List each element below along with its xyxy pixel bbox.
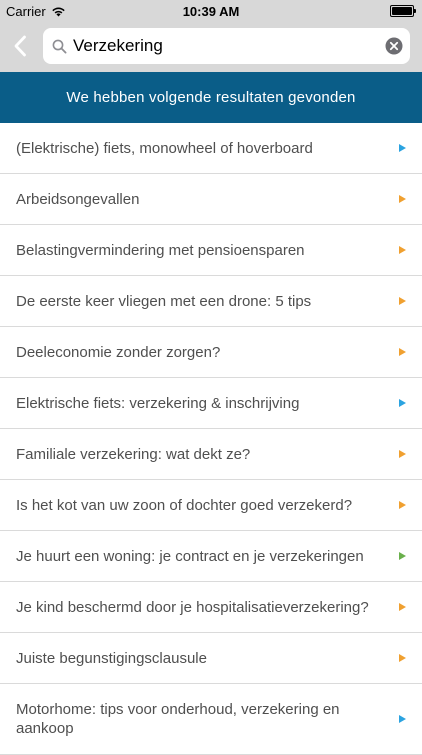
list-item[interactable]: Je kind beschermd door je hospitalisatie…: [0, 582, 422, 633]
list-item-label: Elektrische fiets: verzekering & inschri…: [16, 394, 300, 412]
list-item[interactable]: Deeleconomie zonder zorgen?: [0, 327, 422, 378]
list-item-label: De eerste keer vliegen met een drone: 5 …: [16, 292, 312, 310]
chevron-left-icon: [14, 35, 26, 57]
list-item-label: Arbeidsongevallen: [16, 190, 140, 208]
disclosure-arrow-icon: [399, 246, 406, 254]
disclosure-arrow-icon: [399, 715, 406, 723]
list-item[interactable]: Motorhome: tips voor onderhoud, verzeker…: [0, 684, 422, 755]
battery-icon: [390, 5, 416, 17]
navigation-bar: [0, 22, 422, 72]
list-item[interactable]: Elektrische fiets: verzekering & inschri…: [0, 378, 422, 429]
disclosure-arrow-icon: [399, 552, 406, 560]
status-time: 10:39 AM: [182, 4, 240, 19]
disclosure-arrow-icon: [399, 195, 406, 203]
list-item[interactable]: De eerste keer vliegen met een drone: 5 …: [0, 276, 422, 327]
disclosure-arrow-icon: [399, 501, 406, 509]
disclosure-arrow-icon: [399, 450, 406, 458]
list-item[interactable]: Juiste begunstigingsclausule: [0, 633, 422, 684]
list-item[interactable]: Familiale verzekering: wat dekt ze?: [0, 429, 422, 480]
back-button[interactable]: [6, 28, 34, 64]
list-item[interactable]: Je huurt een woning: je contract en je v…: [0, 531, 422, 582]
search-input[interactable]: [73, 36, 385, 56]
disclosure-arrow-icon: [399, 654, 406, 662]
list-item[interactable]: Is het kot van uw zoon of dochter goed v…: [0, 480, 422, 531]
list-item-label: (Elektrische) fiets, monowheel of hoverb…: [16, 139, 313, 157]
disclosure-arrow-icon: [399, 348, 406, 356]
list-item-label: Deeleconomie zonder zorgen?: [16, 343, 221, 361]
list-item[interactable]: (Elektrische) fiets, monowheel of hoverb…: [0, 123, 422, 174]
results-banner-text: We hebben volgende resultaten gevonden: [66, 89, 356, 106]
status-bar: Carrier 10:39 AM: [0, 0, 422, 22]
disclosure-arrow-icon: [399, 603, 406, 611]
list-item-label: Je huurt een woning: je contract en je v…: [16, 547, 364, 565]
results-list: (Elektrische) fiets, monowheel of hoverb…: [0, 123, 422, 755]
list-item[interactable]: Arbeidsongevallen: [0, 174, 422, 225]
clear-search-icon[interactable]: [385, 37, 403, 55]
list-item-label: Is het kot van uw zoon of dochter goed v…: [16, 496, 353, 514]
list-item-label: Juiste begunstigingsclausule: [16, 649, 207, 667]
search-icon: [52, 38, 68, 54]
search-bar[interactable]: [43, 28, 410, 64]
list-item-label: Motorhome: tips voor onderhoud, verzeker…: [16, 701, 340, 737]
disclosure-arrow-icon: [399, 144, 406, 152]
list-item[interactable]: Belastingvermindering met pensioensparen: [0, 225, 422, 276]
disclosure-arrow-icon: [399, 297, 406, 305]
list-item-label: Familiale verzekering: wat dekt ze?: [16, 445, 251, 463]
list-item-label: Je kind beschermd door je hospitalisatie…: [16, 598, 369, 616]
list-item-label: Belastingvermindering met pensioensparen: [16, 241, 305, 259]
results-banner: We hebben volgende resultaten gevonden: [0, 72, 422, 123]
disclosure-arrow-icon: [399, 399, 406, 407]
